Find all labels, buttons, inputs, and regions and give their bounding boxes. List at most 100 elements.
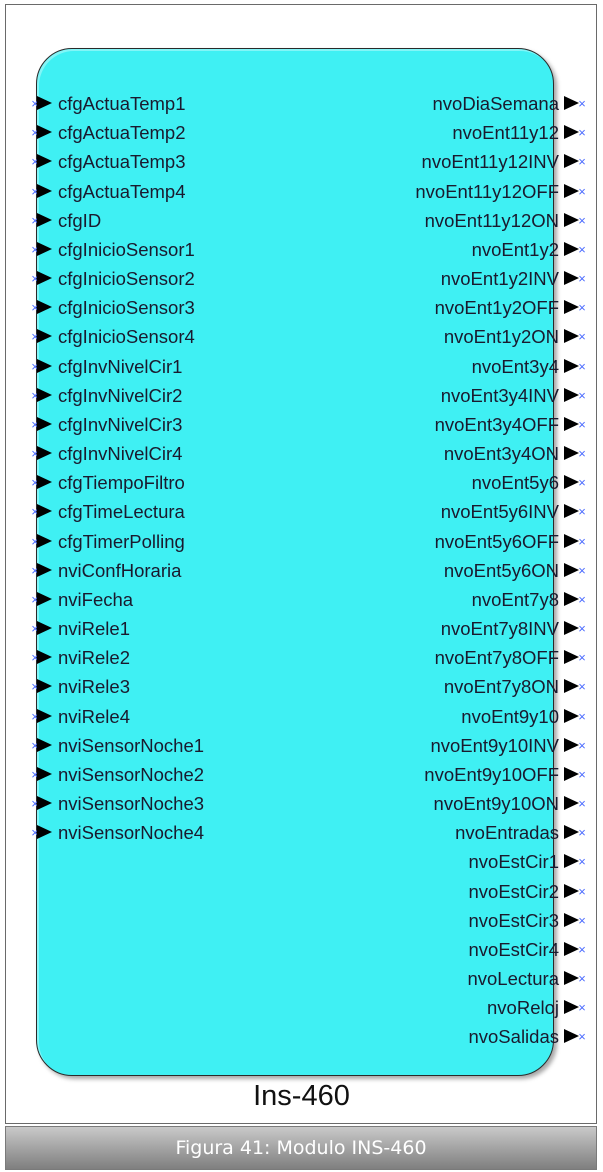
output-pin[interactable]: × nvoEstCir4 (317, 936, 587, 963)
input-pin-label: nviRele1 (58, 618, 130, 640)
input-pin[interactable]: × cfgID (30, 207, 290, 234)
input-pin[interactable]: × nviSensorNoche2 (30, 761, 290, 788)
output-pin[interactable]: × nvoEnt3y4OFF (317, 411, 587, 438)
output-pin[interactable]: × nvoEnt7y8OFF (317, 644, 587, 671)
arrow-icon (564, 96, 579, 110)
output-pin[interactable]: × nvoEntradas (317, 819, 587, 846)
arrow-icon (564, 562, 579, 577)
arrow-icon (37, 591, 52, 606)
output-pin-label: nvoEnt5y6OFF (434, 530, 559, 552)
output-pin[interactable]: × nvoEnt5y6ON (317, 557, 587, 584)
output-pin[interactable]: × nvoEnt9y10OFF (317, 761, 587, 788)
output-pin[interactable]: × nvoEnt5y6INV (317, 498, 587, 525)
input-pin-label: cfgInvNivelCir4 (58, 443, 183, 465)
input-pin[interactable]: × cfgTimeLectura (30, 498, 290, 525)
input-pin[interactable]: × nviSensorNoche4 (30, 819, 290, 846)
output-pin[interactable]: × nvoEnt9y10ON (317, 790, 587, 817)
input-pin[interactable]: × cfgInicioSensor2 (30, 265, 290, 292)
arrow-icon (37, 825, 52, 840)
input-pin[interactable]: × nviRele1 (30, 615, 290, 642)
arrow-icon (37, 796, 52, 811)
arrow-icon (37, 504, 52, 519)
input-pin[interactable]: × cfgInicioSensor3 (30, 294, 290, 321)
input-pin-label: cfgTimeLectura (58, 501, 185, 523)
input-pin[interactable]: × cfgActuaTemp1 (30, 90, 290, 117)
arrow-icon (564, 1000, 579, 1015)
output-pin[interactable]: × nvoEnt3y4ON (317, 440, 587, 467)
output-pin[interactable]: × nvoEstCir2 (317, 878, 587, 905)
output-pin[interactable]: × nvoEnt9y10 (317, 703, 587, 730)
input-pin[interactable]: × nviFecha (30, 586, 290, 613)
input-pin[interactable]: × cfgInvNivelCir1 (30, 353, 290, 380)
input-pin[interactable]: × cfgActuaTemp3 (30, 148, 290, 175)
output-pin[interactable]: × nvoEnt3y4 (317, 353, 587, 380)
output-pin-label: nvoSalidas (468, 1026, 559, 1048)
output-pin[interactable]: × nvoEnt5y6 (317, 469, 587, 496)
output-pin[interactable]: × nvoSalidas (317, 1023, 587, 1050)
input-pin[interactable]: × cfgTimerPolling (30, 528, 290, 555)
output-pin[interactable]: × nvoEnt11y12 (317, 119, 587, 146)
input-pin-label: nviFecha (58, 588, 134, 610)
output-pin[interactable]: × nvoEnt3y4INV (317, 382, 587, 409)
output-pin[interactable]: × nvoEnt5y6OFF (317, 528, 587, 555)
input-pin[interactable]: × cfgInvNivelCir2 (30, 382, 290, 409)
arrow-icon (37, 533, 52, 548)
output-pin[interactable]: × nvoEnt1y2INV (317, 265, 587, 292)
arrow-icon (564, 446, 579, 461)
output-pin-label: nvoEnt5y6INV (440, 501, 559, 523)
output-pin-label: nvoEstCir4 (468, 938, 559, 960)
output-pin-label: nvoEnt7y8ON (443, 676, 559, 698)
input-pin-label: nviSensorNoche4 (58, 822, 205, 844)
input-pin[interactable]: × cfgInvNivelCir3 (30, 411, 290, 438)
arrow-icon (564, 329, 579, 344)
input-pin[interactable]: × cfgInicioSensor1 (30, 236, 290, 263)
output-pin[interactable]: × nvoEnt1y2OFF (317, 294, 587, 321)
output-pin[interactable]: × nvoEnt1y2 (317, 236, 587, 263)
output-pin[interactable]: × nvoEnt11y12ON (317, 207, 587, 234)
arrow-icon (37, 125, 52, 140)
input-pin[interactable]: × cfgActuaTemp2 (30, 119, 290, 146)
output-pin[interactable]: × nvoEstCir1 (317, 848, 587, 875)
arrow-icon (564, 941, 579, 956)
output-pin[interactable]: × nvoEnt7y8ON (317, 673, 587, 700)
input-pin[interactable]: × cfgInicioSensor4 (30, 323, 290, 350)
output-pin-label: nvoReloj (487, 997, 559, 1019)
arrow-icon (564, 854, 579, 869)
output-pin[interactable]: × nvoEnt9y10INV (317, 732, 587, 759)
output-pin[interactable]: × nvoReloj (317, 994, 587, 1021)
input-pin[interactable]: × nviRele4 (30, 703, 290, 730)
input-pin-label: cfgActuaTemp3 (58, 151, 186, 173)
input-pin-label: nviRele3 (58, 676, 130, 698)
output-pin[interactable]: × nvoEnt11y12OFF (317, 178, 587, 205)
output-pin-label: nvoLectura (467, 968, 559, 990)
arrow-icon (37, 446, 52, 461)
input-pin[interactable]: × cfgActuaTemp4 (30, 178, 290, 205)
input-pin[interactable]: × nviSensorNoche3 (30, 790, 290, 817)
arrow-icon (564, 1029, 579, 1044)
input-pin-label: cfgInicioSensor4 (58, 326, 195, 348)
input-pin[interactable]: × nviConfHoraria (30, 557, 290, 584)
arrow-icon (37, 241, 52, 256)
output-pin-label: nvoEstCir3 (468, 909, 559, 931)
output-pin[interactable]: × nvoEnt1y2ON (317, 323, 587, 350)
output-pin[interactable]: × nvoEstCir3 (317, 907, 587, 934)
output-pin[interactable]: × nvoLectura (317, 965, 587, 992)
input-pin[interactable]: × cfgInvNivelCir4 (30, 440, 290, 467)
arrow-icon (564, 883, 579, 898)
input-pin[interactable]: × nviSensorNoche1 (30, 732, 290, 759)
output-pin[interactable]: × nvoEnt7y8INV (317, 615, 587, 642)
output-pin[interactable]: × nvoEnt7y8 (317, 586, 587, 613)
input-pin[interactable]: × nviRele3 (30, 673, 290, 700)
input-pin[interactable]: × nviRele2 (30, 644, 290, 671)
arrow-icon (564, 912, 579, 927)
arrow-icon (564, 971, 579, 986)
output-pin-label: nvoEstCir1 (468, 851, 559, 873)
arrow-icon (564, 241, 579, 256)
output-pin-label: nvoEnt1y2INV (440, 268, 559, 290)
arrow-icon (564, 416, 579, 431)
output-pin[interactable]: × nvoDiaSemana (317, 90, 587, 117)
input-pin-label: nviRele2 (58, 647, 130, 669)
output-pin[interactable]: × nvoEnt11y12INV (317, 148, 587, 175)
input-pin[interactable]: × cfgTiempoFiltro (30, 469, 290, 496)
input-pin-label: cfgActuaTemp4 (58, 180, 186, 202)
